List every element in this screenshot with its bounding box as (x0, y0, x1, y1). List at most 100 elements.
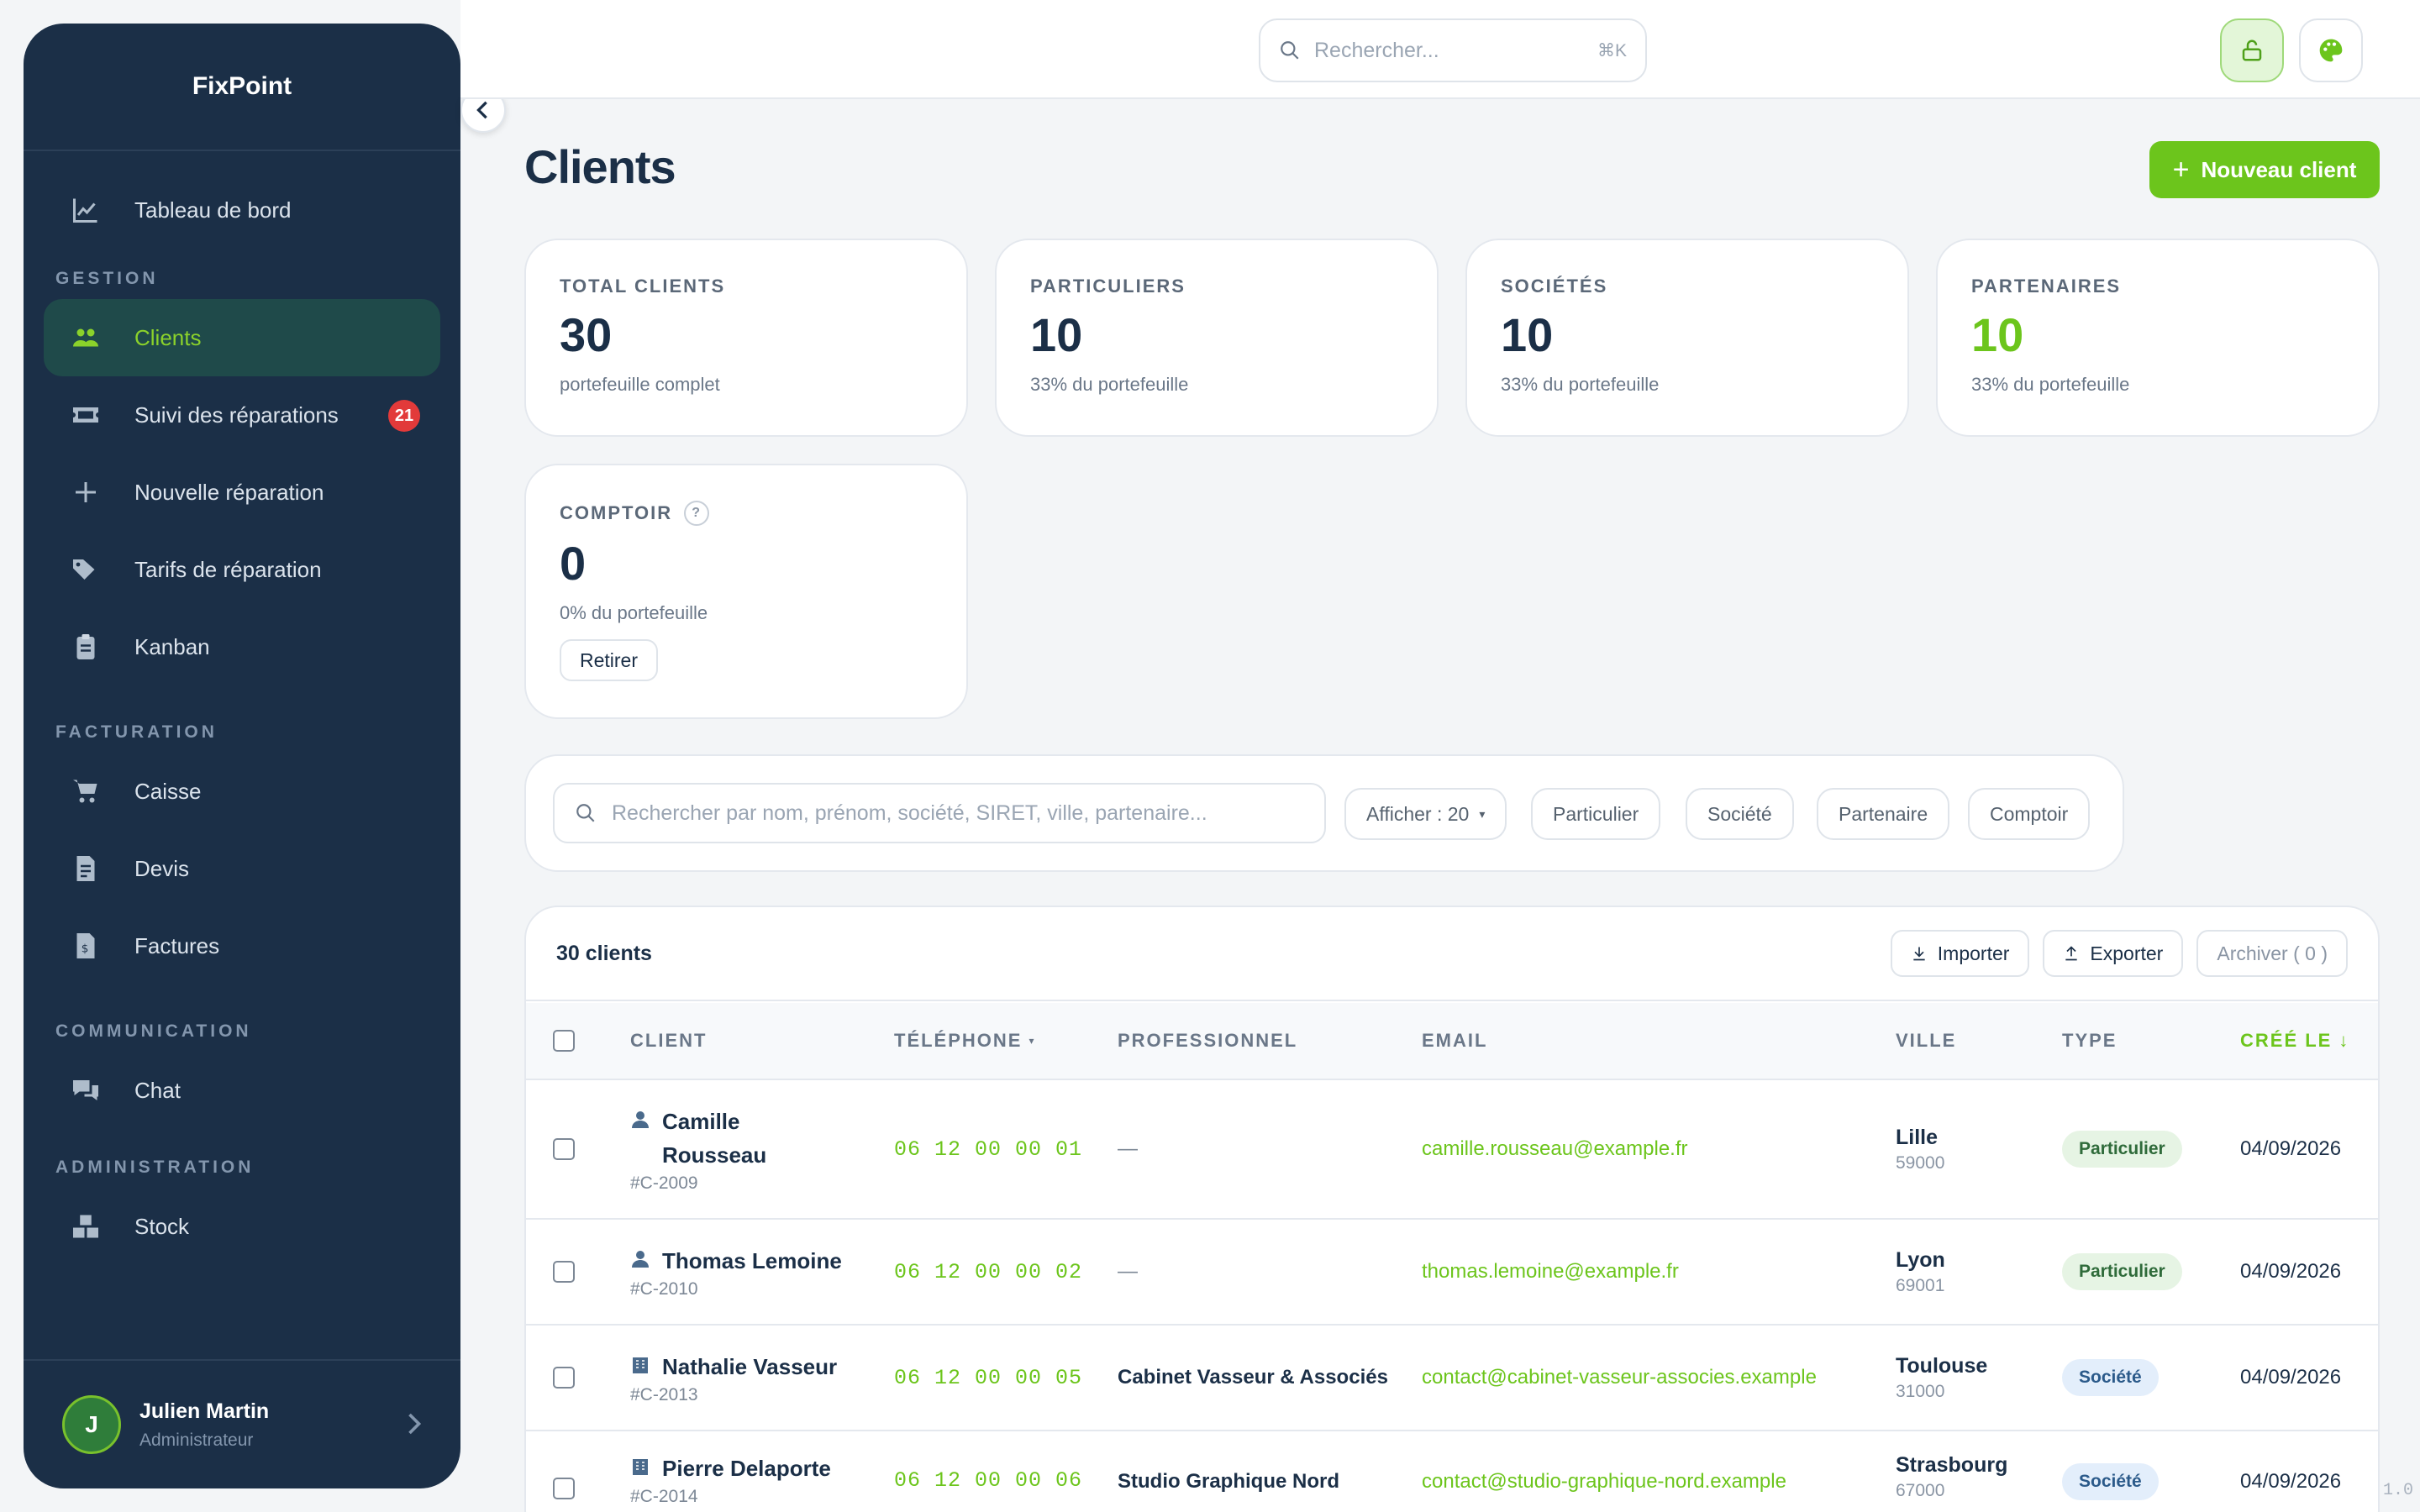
city-cell: Lille 59000 (1896, 1080, 1944, 1218)
phone-cell[interactable]: 06 12 00 00 05 (894, 1326, 1082, 1430)
upload-icon (2063, 945, 2090, 962)
stat-value: 30 (560, 308, 613, 361)
column-header-phone[interactable]: TÉLÉPHONE ▾ (894, 1003, 1036, 1079)
client-name[interactable]: Camille Rousseau (662, 1105, 766, 1172)
stat-label: TOTAL CLIENTS (560, 276, 726, 297)
email-cell[interactable]: thomas.lemoine@example.fr (1422, 1220, 1679, 1324)
sidebar-item-chat[interactable]: Chat (44, 1052, 440, 1129)
users-icon (67, 319, 104, 356)
sidebar-item-repairs[interactable]: Suivi des réparations 21 (44, 376, 440, 454)
column-header-city[interactable]: VILLE (1896, 1003, 1956, 1079)
phone-cell[interactable]: 06 12 00 00 02 (894, 1220, 1082, 1324)
stat-card-partners: PARTENAIRES 10 33% du portefeuille (1936, 239, 2380, 437)
row-select-cell (553, 1080, 575, 1218)
select-all-cell (553, 1003, 575, 1079)
stat-label: COMPTOIR ? (560, 501, 933, 526)
user-name: Julien Martin (139, 1399, 270, 1423)
sidebar-item-dashboard[interactable]: Tableau de bord (44, 171, 440, 249)
lock-button[interactable] (2220, 18, 2284, 82)
table-row[interactable]: Pierre Delaporte #C-2014 06 12 00 00 06 … (526, 1431, 2378, 1512)
zip-code: 69001 (1896, 1275, 1945, 1295)
sidebar-item-clients[interactable]: Clients (44, 299, 440, 376)
client-id: #C-2009 (630, 1173, 698, 1193)
tags-icon (67, 551, 104, 588)
stat-sub: 33% du portefeuille (1501, 374, 1660, 395)
stat-card-total: TOTAL CLIENTS 30 portefeuille complet (524, 239, 968, 437)
sidebar-item-label: Stock (134, 1213, 190, 1239)
clients-table: 30 clients Importer Exporter Archiver ( … (524, 906, 2380, 1512)
client-name-first: Camille (662, 1109, 740, 1134)
new-client-button[interactable]: + Nouveau client (2149, 141, 2380, 198)
table-row[interactable]: Nathalie Vasseur #C-2013 06 12 00 00 05 … (526, 1326, 2378, 1431)
filter-chip-partner[interactable]: Partenaire (1817, 788, 1950, 840)
client-name-wrap: Camille Rousseau (630, 1105, 766, 1172)
sidebar-item-label: Devis (134, 855, 190, 881)
sidebar-item-cash-register[interactable]: Caisse (44, 753, 440, 830)
column-header-client[interactable]: CLIENT (630, 1003, 707, 1079)
sidebar-item-new-repair[interactable]: Nouvelle réparation (44, 454, 440, 531)
column-header-type[interactable]: TYPE (2062, 1003, 2117, 1079)
filter-chip-counter[interactable]: Comptoir (1968, 788, 2091, 840)
import-button[interactable]: Importer (1890, 930, 2030, 977)
plus-icon (67, 474, 104, 511)
archive-button[interactable]: Archiver ( 0 ) (2196, 930, 2348, 977)
filter-chip-individual[interactable]: Particulier (1531, 788, 1661, 840)
client-id: #C-2013 (630, 1385, 698, 1404)
phone-cell[interactable]: 06 12 00 00 06 (894, 1468, 1082, 1493)
zip-code: 31000 (1896, 1381, 1945, 1401)
client-search-input[interactable]: Rechercher par nom, prénom, société, SIR… (553, 783, 1326, 843)
row-checkbox[interactable] (553, 1367, 575, 1389)
notification-badge: 21 (388, 400, 420, 432)
row-select-cell (553, 1220, 575, 1324)
email-cell[interactable]: contact@cabinet-vasseur-associes.example (1422, 1326, 1817, 1430)
sidebar-item-stock[interactable]: Stock (44, 1188, 440, 1265)
select-all-checkbox[interactable] (553, 1030, 575, 1052)
city-cell: Strasbourg 67000 (1896, 1431, 2007, 1512)
remove-button[interactable]: Retirer (560, 639, 659, 681)
date-cell: 04/09/2026 (2240, 1137, 2342, 1160)
row-select-cell (553, 1326, 575, 1430)
phone-cell[interactable]: 06 12 00 00 01 (894, 1080, 1082, 1218)
help-icon[interactable]: ? (684, 501, 710, 526)
search-placeholder: Rechercher par nom, prénom, société, SIR… (612, 801, 1207, 825)
email-cell[interactable]: contact@studio-graphique-nord.example (1422, 1470, 1786, 1494)
chevron-down-icon: ▾ (1479, 806, 1486, 821)
new-client-label: Nouveau client (2201, 156, 2357, 182)
sidebar-item-rates[interactable]: Tarifs de réparation (44, 531, 440, 608)
row-checkbox[interactable] (553, 1138, 575, 1160)
search-placeholder: Rechercher... (1314, 38, 1439, 62)
plus-icon: + (2172, 153, 2190, 186)
client-name[interactable]: Thomas Lemoine (662, 1244, 842, 1278)
arrow-down-icon: ↓ (2338, 1030, 2350, 1051)
topbar: Rechercher... ⌘K (460, 0, 2420, 99)
client-name-last: Rousseau (662, 1142, 767, 1168)
stat-card-companies: SOCIÉTÉS 10 33% du portefeuille (1465, 239, 1909, 437)
row-checkbox[interactable] (553, 1478, 575, 1499)
stat-sub: 0% du portefeuille (560, 602, 708, 623)
column-header-pro[interactable]: PROFESSIONNEL (1118, 1003, 1297, 1079)
export-button[interactable]: Exporter (2043, 930, 2184, 977)
column-header-email[interactable]: EMAIL (1422, 1003, 1487, 1079)
user-menu[interactable]: J Julien Martin Administrateur (24, 1359, 460, 1488)
row-checkbox[interactable] (553, 1261, 575, 1283)
zip-code: 67000 (1896, 1481, 1945, 1500)
type-cell: Particulier (2062, 1220, 2182, 1324)
svg-text:$: $ (82, 942, 89, 956)
global-search-input[interactable]: Rechercher... ⌘K (1259, 18, 1647, 82)
sidebar-item-quotes[interactable]: Devis (44, 830, 440, 907)
client-name[interactable]: Nathalie Vasseur (662, 1350, 837, 1383)
table-row[interactable]: Camille Rousseau #C-2009 06 12 00 00 01 … (526, 1080, 2378, 1220)
person-icon (630, 1249, 650, 1273)
column-header-created[interactable]: CRÉÉ LE ↓ (2240, 1003, 2349, 1079)
table-row[interactable]: Thomas Lemoine #C-2010 06 12 00 00 02 — … (526, 1220, 2378, 1326)
sidebar-item-kanban[interactable]: Kanban (44, 608, 440, 685)
zip-code: 59000 (1896, 1152, 1945, 1173)
client-name[interactable]: Pierre Delaporte (662, 1452, 831, 1485)
search-icon (1279, 39, 1301, 61)
sidebar-item-label: Tarifs de réparation (134, 556, 322, 582)
email-cell[interactable]: camille.rousseau@example.fr (1422, 1080, 1688, 1218)
theme-button[interactable] (2299, 18, 2363, 82)
page-size-select[interactable]: Afficher : 20 ▾ (1344, 788, 1507, 840)
filter-chip-company[interactable]: Société (1686, 788, 1794, 840)
sidebar-item-invoices[interactable]: $ Factures (44, 907, 440, 984)
